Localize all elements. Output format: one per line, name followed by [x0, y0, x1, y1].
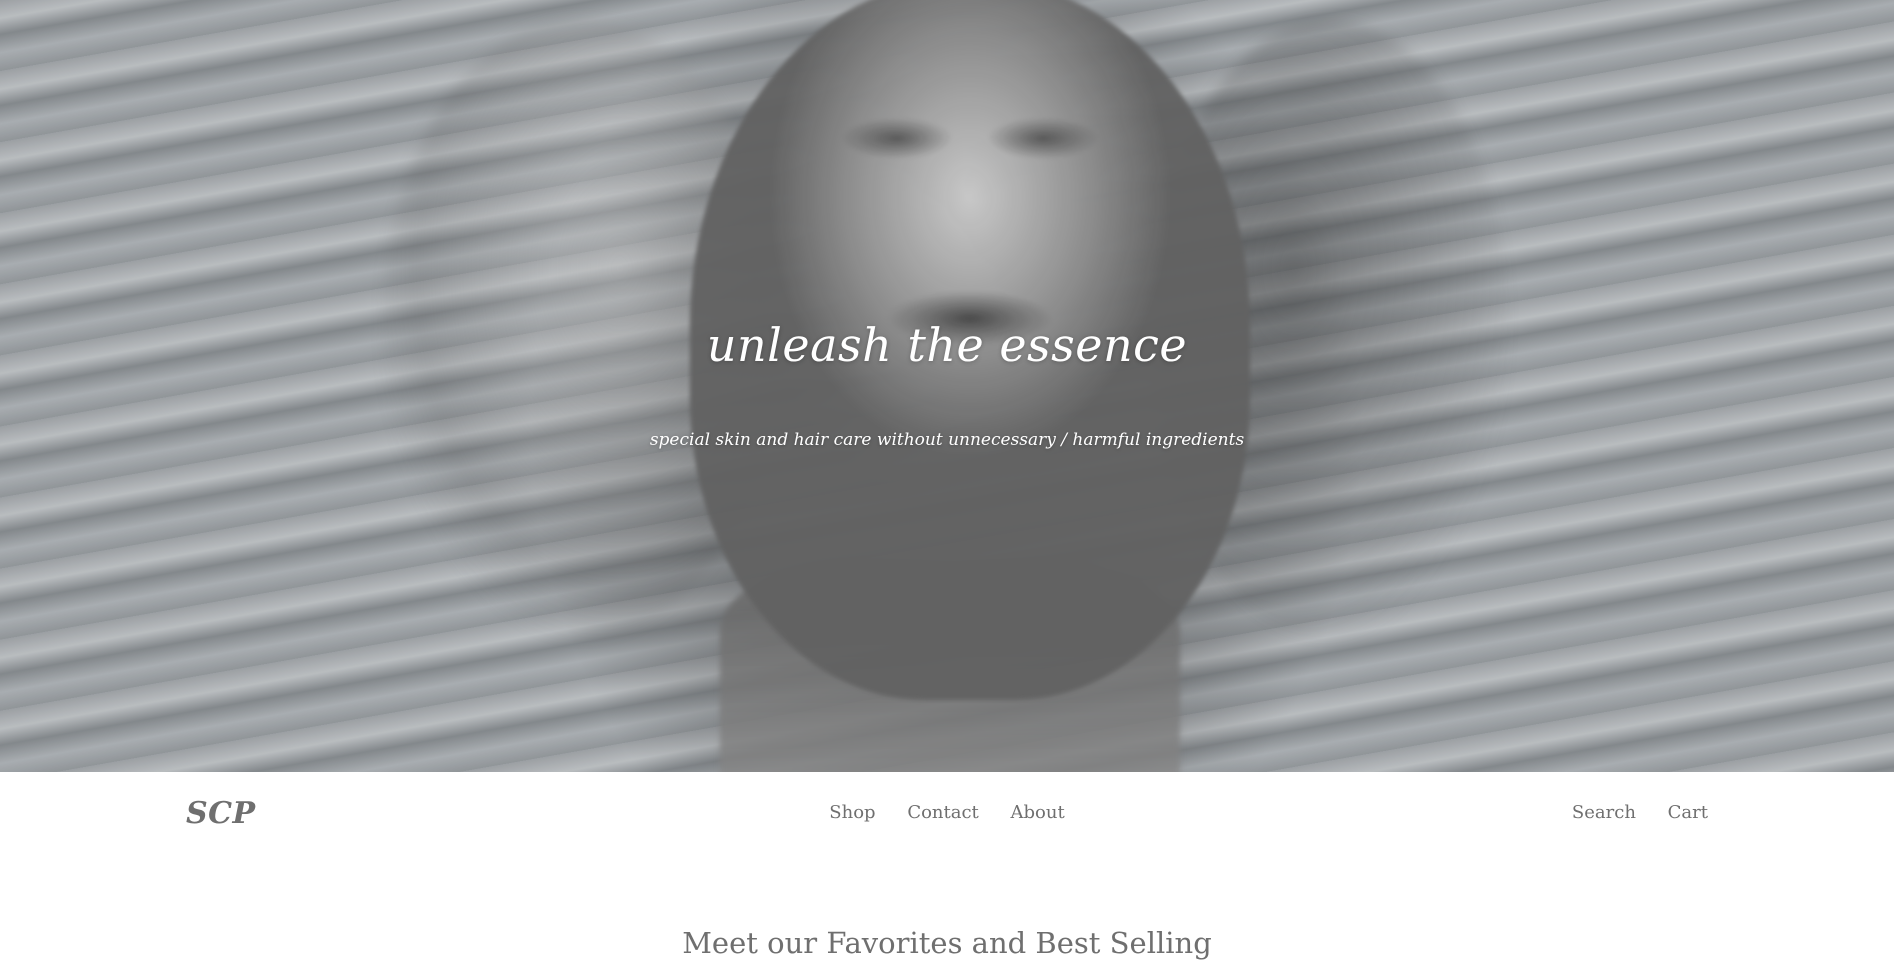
hero-banner: unleash the essence special skin and hai…: [0, 0, 1894, 772]
hero-subtitle: special skin and hair care without unnec…: [649, 430, 1245, 450]
header-actions: Search Cart: [1546, 802, 1708, 823]
search-link[interactable]: Search: [1572, 802, 1636, 823]
favorites-section-heading: Meet our Favorites and Best Selling: [682, 926, 1212, 960]
nav-about-link[interactable]: About: [1011, 802, 1065, 823]
nav-shop-link[interactable]: Shop: [829, 802, 875, 823]
site-header: SCP Shop Contact About Search Cart: [0, 772, 1894, 856]
hero-title: unleash the essence: [706, 318, 1188, 372]
cart-link[interactable]: Cart: [1668, 802, 1708, 823]
nav-contact-link[interactable]: Contact: [907, 802, 978, 823]
hero-overlay: [0, 0, 1894, 772]
